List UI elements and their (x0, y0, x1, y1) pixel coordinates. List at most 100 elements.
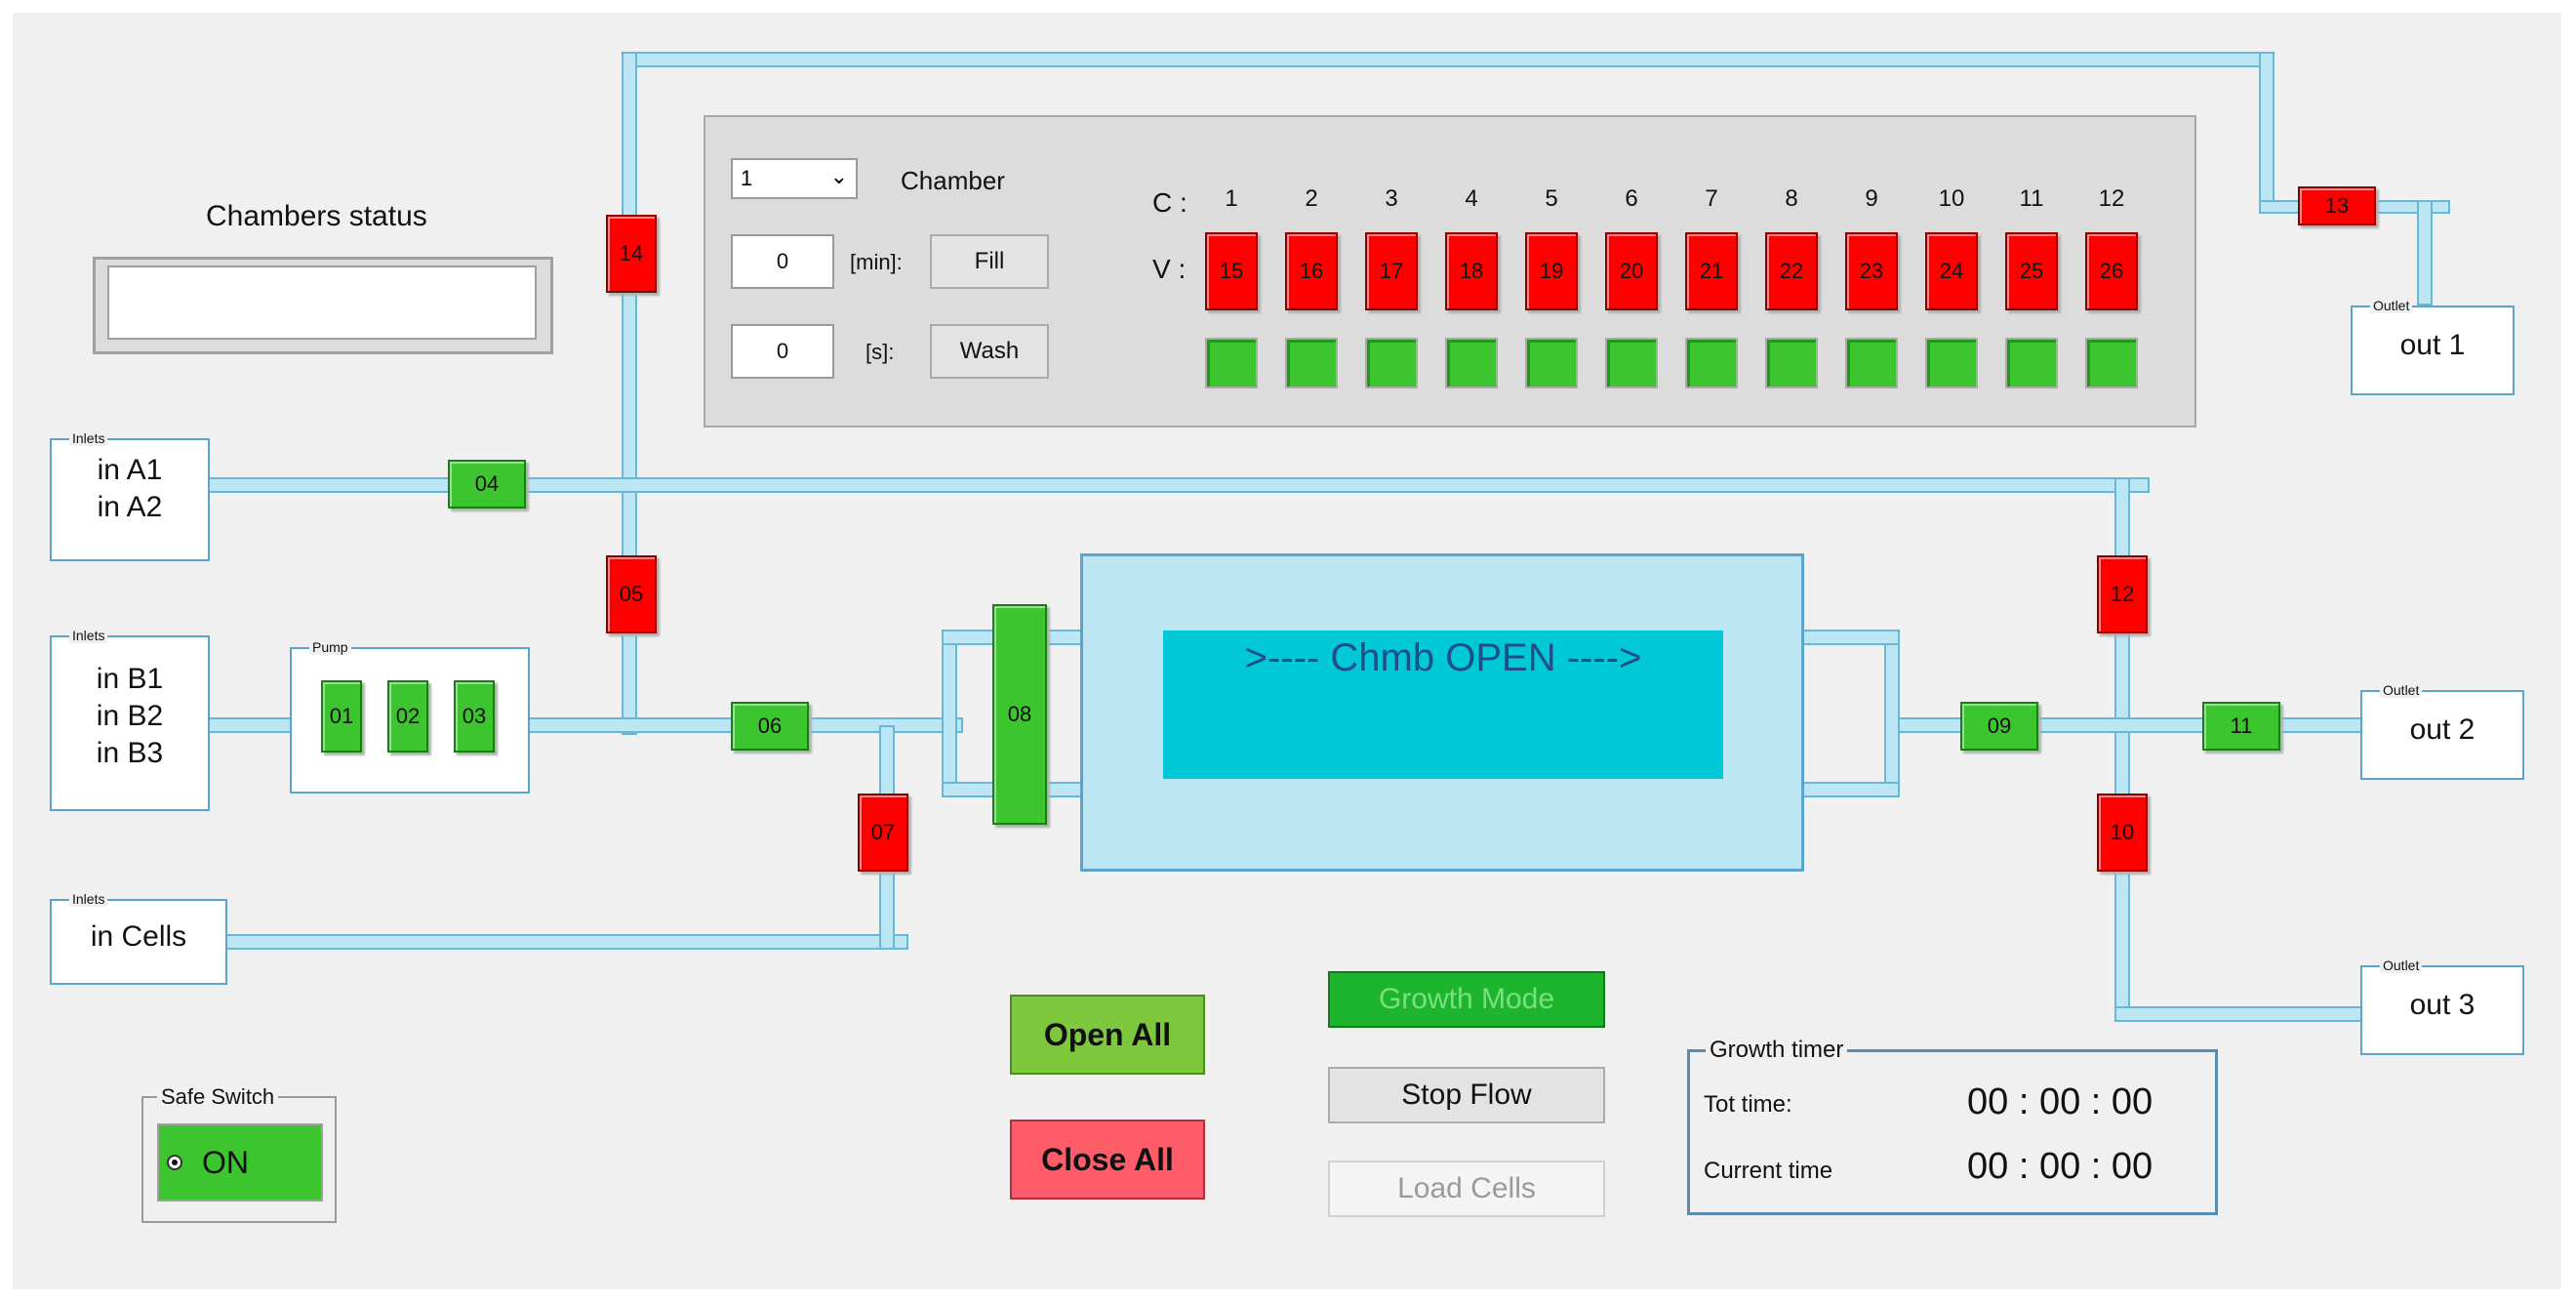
chamber-valve-21[interactable]: 21 (1685, 232, 1738, 310)
chamber-indicator-5 (1525, 338, 1578, 388)
chamber-valve-18[interactable]: 18 (1445, 232, 1498, 310)
tot-time-label: Tot time: (1704, 1091, 1792, 1118)
load-cells-button[interactable]: Load Cells (1328, 1161, 1605, 1217)
chamber-valve-24[interactable]: 24 (1925, 232, 1978, 310)
inlet-cells-box: Inlets in Cells (50, 891, 227, 985)
outlet-2-box: Outlet out 2 (2360, 682, 2524, 780)
radio-dot-icon (167, 1155, 182, 1170)
pump-valve-02[interactable]: 02 (387, 680, 428, 753)
tube-left-manifold (942, 630, 957, 797)
chamber-indicator-10 (1925, 338, 1978, 388)
chambers-status-display (93, 257, 553, 354)
inlet-cells-label: in Cells (90, 920, 187, 953)
chamber-select[interactable]: 1 ⌄ (731, 158, 858, 199)
chamber-valve-23[interactable]: 23 (1845, 232, 1898, 310)
chamber-status-display: >---- Chmb OPEN ----> (1163, 631, 1723, 779)
seconds-label: [s]: (865, 340, 895, 364)
pump-valve-01[interactable]: 01 (321, 680, 362, 753)
tube-right-vertical-top (2259, 52, 2274, 214)
valve-14[interactable]: 14 (606, 215, 657, 293)
inlet-b3-label: in B3 (96, 737, 164, 769)
main-panel: Chambers status 1 ⌄ Chamber 0 [min]: Fil… (13, 13, 2561, 1289)
valve-13[interactable]: 13 (2298, 186, 2376, 225)
chamber-indicator-8 (1765, 338, 1818, 388)
wash-seconds-input[interactable]: 0 (731, 324, 834, 379)
outlet-3-label: out 3 (2409, 989, 2475, 1021)
outlet-3-box: Outlet out 3 (2360, 958, 2524, 1055)
inlet-b1-label: in B1 (96, 663, 164, 695)
chamber-valve-16[interactable]: 16 (1285, 232, 1338, 310)
valve-12[interactable]: 12 (2097, 555, 2148, 633)
pump-box: Pump 01 02 03 (290, 639, 530, 794)
inlet-b-caption: Inlets (69, 628, 108, 643)
chevron-down-icon: ⌄ (829, 164, 848, 188)
tube-out1-vertical (2417, 200, 2433, 306)
growth-timer-group: Growth timer Tot time: 00 : 00 : 00 Curr… (1687, 1037, 2218, 1215)
chamber-number-6: 6 (1625, 185, 1638, 212)
tube-out3 (2114, 1006, 2386, 1022)
chamber-indicator-12 (2085, 338, 2138, 388)
chamber-number-10: 10 (1938, 185, 1965, 212)
pump-valve-03[interactable]: 03 (454, 680, 495, 753)
inlet-cells-caption: Inlets (69, 891, 108, 907)
chamber-indicator-2 (1285, 338, 1338, 388)
valve-07[interactable]: 07 (858, 794, 908, 872)
chambers-status-field (107, 265, 537, 340)
chamber-status-text: >---- Chmb OPEN ----> (1244, 636, 1642, 679)
valve-05[interactable]: 05 (606, 555, 657, 633)
wash-button[interactable]: Wash (930, 324, 1049, 379)
chamber-valve-26[interactable]: 26 (2085, 232, 2138, 310)
tube-top-horizontal (622, 52, 2274, 67)
chamber-valve-20[interactable]: 20 (1605, 232, 1658, 310)
chamber-valve-22[interactable]: 22 (1765, 232, 1818, 310)
inlet-b2-label: in B2 (96, 700, 164, 732)
valve-04[interactable]: 04 (448, 460, 526, 509)
safe-switch-caption: Safe Switch (157, 1084, 279, 1110)
chamber-number-4: 4 (1465, 185, 1478, 212)
open-all-button[interactable]: Open All (1010, 995, 1205, 1075)
outlet-3-caption: Outlet (2380, 958, 2423, 973)
fill-button[interactable]: Fill (930, 234, 1049, 289)
chamber-indicator-7 (1685, 338, 1738, 388)
chamber-valve-19[interactable]: 19 (1525, 232, 1578, 310)
valve-08[interactable]: 08 (992, 604, 1047, 825)
minutes-label: [min]: (850, 250, 903, 274)
chamber-valve-25[interactable]: 25 (2005, 232, 2058, 310)
tube-right-manifold (1884, 630, 1900, 797)
safe-switch-button[interactable]: ON (157, 1123, 323, 1202)
chamber-number-9: 9 (1865, 185, 1878, 212)
current-time-label: Current time (1704, 1158, 1833, 1184)
growth-mode-button[interactable]: Growth Mode (1328, 971, 1605, 1028)
valve-11[interactable]: 11 (2202, 702, 2280, 751)
outlet-1-label: out 1 (2399, 329, 2466, 361)
close-all-button[interactable]: Close All (1010, 1120, 1205, 1200)
chamber-valve-15[interactable]: 15 (1205, 232, 1258, 310)
outlet-1-caption: Outlet (2370, 298, 2413, 313)
valve-row-label: V : (1152, 254, 1187, 284)
chamber-number-5: 5 (1545, 185, 1558, 212)
chamber-valve-17[interactable]: 17 (1365, 232, 1418, 310)
stop-flow-button[interactable]: Stop Flow (1328, 1067, 1605, 1123)
tot-time-value: 00 : 00 : 00 (1967, 1081, 2153, 1122)
chamber-indicator-6 (1605, 338, 1658, 388)
chamber-control-panel: 1 ⌄ Chamber 0 [min]: Fill 0 [s]: Wash C … (704, 115, 2196, 428)
chamber-indicator-1 (1205, 338, 1258, 388)
inlet-a-caption: Inlets (69, 430, 108, 446)
growth-timer-caption: Growth timer (1706, 1037, 1848, 1064)
fill-minutes-input[interactable]: 0 (731, 234, 834, 289)
chamber-number-1: 1 (1225, 185, 1238, 212)
chamber-number-11: 11 (2019, 185, 2044, 212)
valve-09[interactable]: 09 (1960, 702, 2038, 751)
chamber-label: Chamber (901, 166, 1005, 195)
chamber-row-label: C : (1152, 187, 1187, 218)
chamber-indicator-4 (1445, 338, 1498, 388)
inlet-a-box: Inlets in A1 in A2 (50, 430, 210, 561)
valve-06[interactable]: 06 (731, 702, 809, 751)
inlet-a1-label: in A1 (97, 454, 163, 486)
outlet-2-caption: Outlet (2380, 682, 2423, 698)
main-chamber: >---- Chmb OPEN ----> (1080, 553, 1804, 872)
outlet-2-label: out 2 (2409, 713, 2475, 746)
valve-10[interactable]: 10 (2097, 794, 2148, 872)
inlet-b-box: Inlets in B1 in B2 in B3 (50, 628, 210, 811)
chamber-number-3: 3 (1385, 185, 1398, 212)
